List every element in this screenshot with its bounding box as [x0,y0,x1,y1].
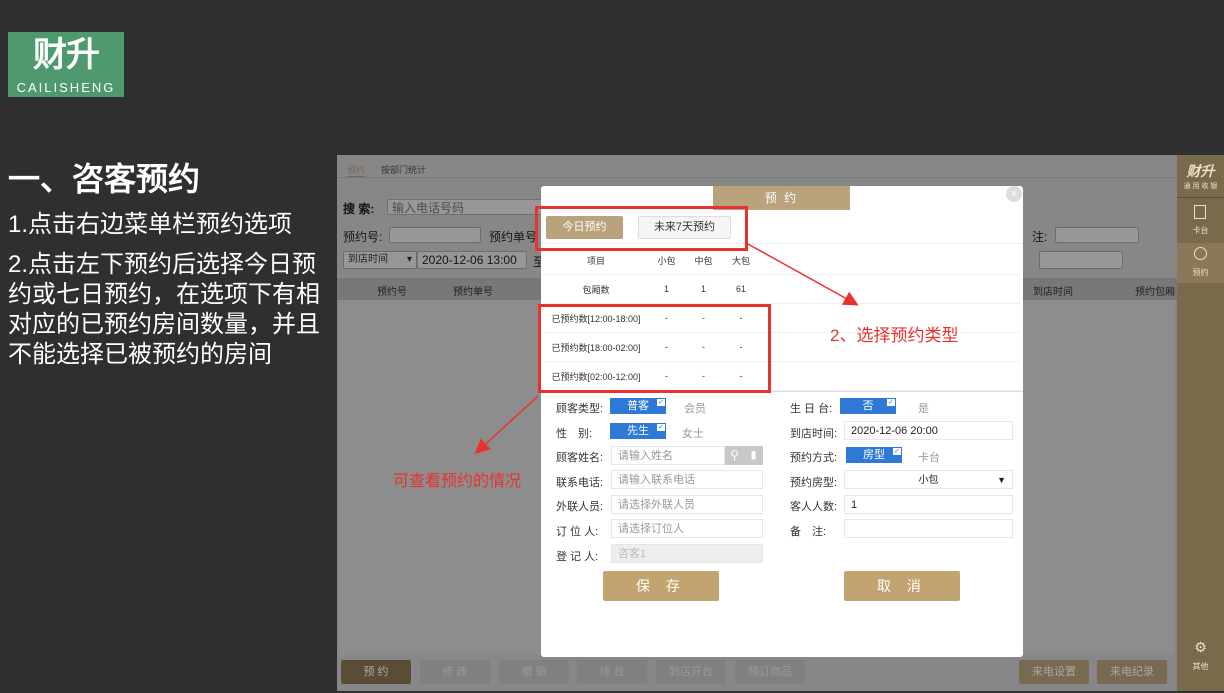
annotation-choose-type: 2、选择预约类型 [830,326,959,345]
arrow-to-type-label [747,243,859,306]
arrow-to-status-label [474,395,539,455]
annotation-view-status: 可查看预约的情况 [393,473,522,490]
annotation-arrows [474,243,859,455]
